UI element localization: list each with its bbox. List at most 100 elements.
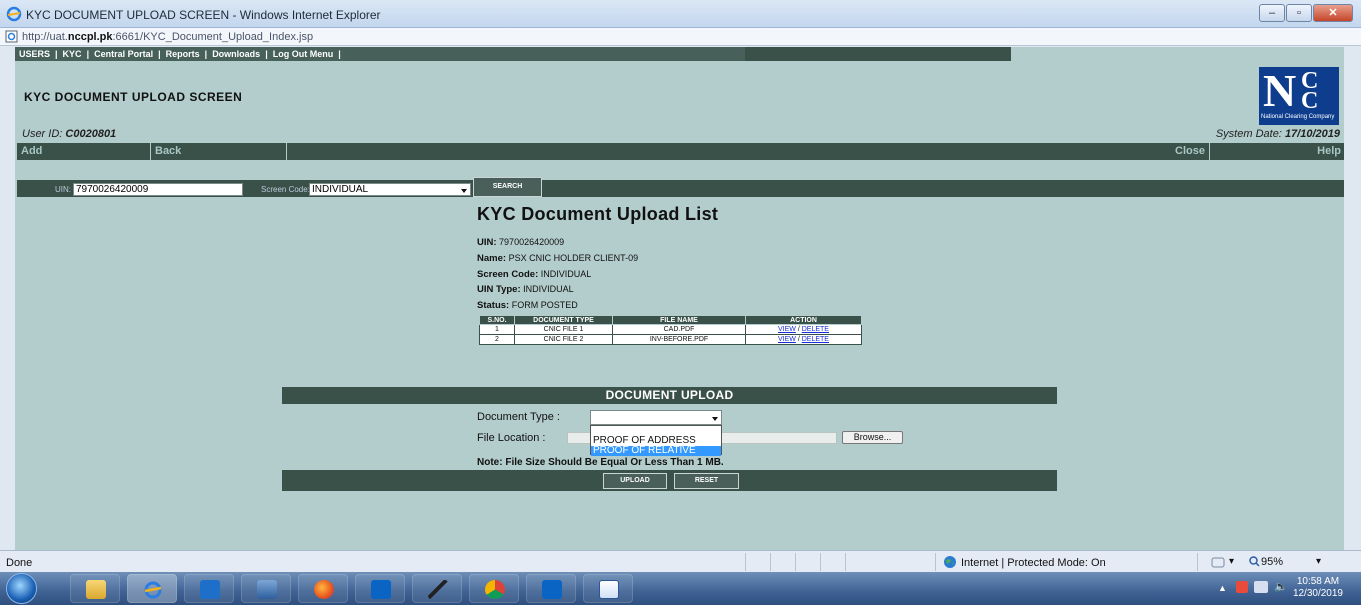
screen-code-info-label: Screen Code:: [477, 269, 539, 280]
taskbar-tools[interactable]: [412, 574, 462, 603]
document-table: S.NO. DOCUMENT TYPE FILE NAME ACTION 1 C…: [479, 315, 862, 345]
url-host: nccpl.pk: [67, 31, 113, 43]
action-center-icon[interactable]: [1236, 581, 1248, 593]
menu-separator: |: [86, 49, 90, 59]
file-location-label: File Location :: [477, 432, 546, 444]
view-link[interactable]: VIEW: [778, 336, 796, 343]
taskbar-clock[interactable]: 10:58 AM 12/30/2019: [1293, 576, 1343, 600]
menu-separator: |: [338, 49, 341, 59]
uin-type-info-label: UIN Type:: [477, 284, 521, 295]
zone-dropdown-arrow[interactable]: ▾: [1229, 556, 1234, 567]
back-button[interactable]: Back: [151, 143, 287, 160]
clock-time: 10:58 AM: [1296, 576, 1340, 587]
taskbar-word[interactable]: [583, 574, 633, 603]
taskbar-outlook[interactable]: [355, 574, 405, 603]
cell-document-type: CNIC FILE 2: [514, 334, 613, 345]
zone-settings-icon[interactable]: [1211, 557, 1225, 568]
close-window-button[interactable]: ✕: [1313, 4, 1353, 22]
table-row: 2 CNIC FILE 2 INV-BEFORE.PDF VIEW / DELE…: [479, 334, 862, 345]
address-bar[interactable]: http://uat.nccpl.pk:6661/KYC_Document_Up…: [0, 28, 1361, 46]
tray-expand-icon[interactable]: ▲: [1218, 583, 1227, 593]
uin-info-label: UIN:: [477, 237, 497, 248]
status-divider: [845, 553, 846, 571]
col-action: ACTION: [745, 315, 862, 325]
menu-separator: |: [55, 49, 58, 59]
menu-log-out[interactable]: Log Out Menu: [273, 49, 334, 59]
screen-code-select[interactable]: INDIVIDUAL: [309, 183, 471, 196]
windows-taskbar: ▲ 🔈 10:58 AM 12/30/2019: [0, 572, 1361, 605]
cell-sno: 2: [479, 334, 515, 345]
menu-central-portal[interactable]: Central Portal: [94, 49, 153, 59]
zoom-level[interactable]: 95%: [1261, 556, 1283, 568]
help-button[interactable]: Help: [1210, 143, 1344, 160]
cell-file-name: CAD.PDF: [612, 324, 746, 335]
uin-input[interactable]: 7970026420009: [73, 183, 243, 196]
info-uin-type: UIN Type: INDIVIDUAL: [477, 284, 574, 295]
security-zone[interactable]: Internet | Protected Mode: On: [961, 557, 1106, 569]
browser-window: KYC DOCUMENT UPLOAD SCREEN - Windows Int…: [0, 0, 1361, 605]
taskbar-network[interactable]: [241, 574, 291, 603]
status-info-label: Status:: [477, 300, 510, 311]
status-divider: [935, 553, 936, 571]
taskbar-outlook-app[interactable]: [184, 574, 234, 603]
globe-icon: [944, 556, 956, 568]
add-button[interactable]: Add: [17, 143, 151, 160]
name-info-label: Name:: [477, 253, 507, 264]
status-text: Done: [6, 557, 33, 569]
info-screen-code: Screen Code: INDIVIDUAL: [477, 269, 591, 280]
col-file-name: FILE NAME: [612, 315, 746, 325]
table-header-row: S.NO. DOCUMENT TYPE FILE NAME ACTION: [479, 315, 862, 325]
browse-button[interactable]: Browse...: [842, 431, 903, 444]
option-proof-of-relative[interactable]: PROOF OF RELATIVE: [591, 446, 721, 456]
col-sno: S.NO.: [479, 315, 515, 325]
search-button[interactable]: SEARCH: [473, 177, 542, 197]
upload-button-bar: UPLOAD RESET: [282, 470, 1057, 491]
user-id: User ID: C0020801: [22, 128, 116, 140]
uin-info-value: 7970026420009: [499, 237, 565, 247]
taskbar-chrome[interactable]: [469, 574, 519, 603]
volume-icon[interactable]: 🔈: [1274, 580, 1288, 593]
system-date-value: 17/10/2019: [1284, 128, 1340, 140]
list-title: KYC Document Upload List: [477, 204, 719, 224]
zoom-dropdown-arrow[interactable]: ▾: [1316, 556, 1321, 567]
search-bar: UIN: 7970026420009 Screen Code: INDIVIDU…: [17, 177, 1344, 197]
screen-code-value: INDIVIDUAL: [312, 184, 369, 195]
delete-link[interactable]: DELETE: [802, 326, 829, 333]
menu-reports[interactable]: Reports: [166, 49, 200, 59]
status-divider: [820, 553, 821, 571]
taskbar-firefox[interactable]: [298, 574, 348, 603]
start-button[interactable]: [6, 573, 37, 604]
cell-action: VIEW / DELETE: [745, 324, 862, 335]
menu-downloads[interactable]: Downloads: [212, 49, 260, 59]
menu-kyc[interactable]: KYC: [63, 49, 82, 59]
close-button[interactable]: Close: [1074, 143, 1210, 160]
delete-link[interactable]: DELETE: [802, 336, 829, 343]
url-path: :6661/KYC_Document_Upload_Index.jsp: [112, 31, 314, 43]
menu-separator: |: [158, 49, 161, 59]
menu-separator: |: [204, 49, 208, 59]
uin-label: UIN:: [55, 185, 71, 194]
taskbar-outlook-2[interactable]: [526, 574, 576, 603]
cell-action: VIEW / DELETE: [745, 334, 862, 345]
menu-users[interactable]: USERS: [19, 49, 50, 59]
maximize-button[interactable]: ▫: [1286, 4, 1312, 22]
taskbar-explorer[interactable]: [70, 574, 120, 603]
reset-button[interactable]: RESET: [674, 473, 739, 489]
document-upload-header: DOCUMENT UPLOAD: [282, 387, 1057, 404]
menu-bar: USERS | KYC | Central Portal | Reports | Downloa…: [15, 47, 1011, 61]
folder-icon: [86, 580, 106, 599]
outlook-icon: [542, 580, 562, 599]
taskbar-internet-explorer[interactable]: [127, 574, 177, 603]
view-link[interactable]: VIEW: [778, 326, 796, 333]
upload-button[interactable]: UPLOAD: [603, 473, 667, 489]
word-icon: [599, 580, 619, 599]
title-bar: KYC DOCUMENT UPLOAD SCREEN - Windows Int…: [0, 0, 1361, 28]
document-type-select[interactable]: [590, 410, 722, 425]
network-icon[interactable]: [1254, 581, 1268, 593]
status-info-value: FORM POSTED: [511, 300, 578, 310]
chrome-icon: [485, 580, 505, 599]
user-id-label: User ID:: [22, 128, 63, 140]
minimize-button[interactable]: ‒: [1259, 4, 1285, 22]
clock-date: 12/30/2019: [1292, 588, 1343, 599]
cell-document-type: CNIC FILE 1: [514, 324, 613, 335]
